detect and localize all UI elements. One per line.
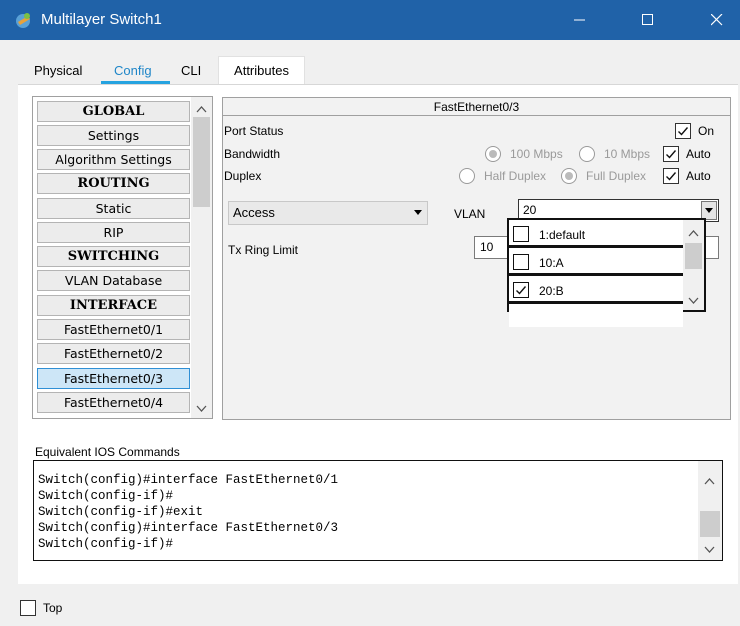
vlan-option-partial <box>509 301 683 327</box>
scroll-up-icon[interactable] <box>688 226 699 240</box>
nav-header-interface: INTERFACE <box>37 295 190 316</box>
bandwidth-label: Bandwidth <box>224 147 281 161</box>
nav-item-algorithm-settings[interactable]: Algorithm Settings <box>37 149 190 170</box>
vlan-label: VLAN <box>454 207 486 221</box>
nav-header-switching: SWITCHING <box>37 246 190 267</box>
vlan-select-value: 20 <box>523 203 537 217</box>
duplex-half-radio[interactable] <box>459 168 475 184</box>
port-status-checkbox[interactable] <box>675 123 691 139</box>
vlan-option-10-checkbox[interactable] <box>513 254 529 270</box>
vlan-option-1-checkbox[interactable] <box>513 226 529 242</box>
vlan-option-10-a[interactable] <box>509 245 683 271</box>
port-status-label: Port Status <box>224 124 284 138</box>
bandwidth-auto-checkbox[interactable] <box>663 146 679 162</box>
maximize-button[interactable] <box>625 0 671 40</box>
duplex-full-radio[interactable] <box>561 168 577 184</box>
ios-line: Switch(config-if)# <box>38 489 174 503</box>
ios-line: Switch(config)#interface FastEthernet0/3 <box>38 521 339 535</box>
vlan-option-1-default[interactable] <box>509 220 683 246</box>
nav-item-fastethernet0-2[interactable]: FastEthernet0/2 <box>37 343 190 364</box>
tab-attributes[interactable]: Attributes <box>218 56 305 84</box>
nav-header-routing: ROUTING <box>37 173 190 194</box>
scroll-up-icon[interactable] <box>704 474 715 488</box>
bandwidth-100-radio[interactable] <box>485 146 501 162</box>
panel-title: FastEthernet0/3 <box>433 100 520 114</box>
bandwidth-10-label: 10 Mbps <box>604 147 651 161</box>
duplex-auto-label: Auto <box>686 169 711 183</box>
nav-item-fastethernet0-1[interactable]: FastEthernet0/1 <box>37 319 190 340</box>
scroll-down-icon[interactable] <box>704 543 715 557</box>
window-title: Multilayer Switch1 <box>41 11 162 28</box>
chevron-down-icon <box>705 208 713 213</box>
duplex-full-label: Full Duplex <box>586 169 647 183</box>
scroll-down-icon[interactable] <box>688 294 699 308</box>
port-mode-value: Access <box>233 205 275 220</box>
maximize-icon <box>642 14 653 25</box>
top-label: Top <box>43 601 63 615</box>
bandwidth-auto-label: Auto <box>686 147 711 161</box>
tx-ring-limit-value: 10 <box>480 240 494 254</box>
nav-scrollbar-thumb[interactable] <box>193 117 210 207</box>
nav-header-global: GLOBAL <box>37 101 190 122</box>
scroll-down-icon[interactable] <box>196 402 207 416</box>
checkmark-icon <box>678 127 689 136</box>
ios-commands-label: Equivalent IOS Commands <box>35 445 180 459</box>
nav-item-vlan-database[interactable]: VLAN Database <box>37 270 190 291</box>
ios-line: Switch(config-if)# <box>38 537 174 551</box>
nav-item-fastethernet0-3[interactable]: FastEthernet0/3 <box>37 368 190 389</box>
nav-item-rip[interactable]: RIP <box>37 222 190 243</box>
vlan-option-20-label: 20:B <box>539 284 564 298</box>
vlan-option-20-checkbox[interactable] <box>513 282 529 298</box>
ios-line: Switch(config-if)#exit <box>38 505 204 519</box>
vlan-option-10-label: 10:A <box>539 256 564 270</box>
bandwidth-100-label: 100 Mbps <box>510 147 563 161</box>
minimize-button[interactable] <box>557 0 603 40</box>
tab-physical[interactable]: Physical <box>28 60 88 82</box>
port-status-on-label: On <box>698 124 715 138</box>
nav-item-settings[interactable]: Settings <box>37 125 190 146</box>
tx-ring-limit-label: Tx Ring Limit <box>228 243 299 257</box>
checkmark-icon <box>666 172 677 181</box>
nav-item-static[interactable]: Static <box>37 198 190 219</box>
tab-cli[interactable]: CLI <box>175 60 207 82</box>
ios-line: Switch(config)#interface FastEthernet0/1 <box>38 473 339 487</box>
scroll-up-icon[interactable] <box>196 102 207 116</box>
duplex-label: Duplex <box>224 169 262 183</box>
minimize-icon <box>574 19 585 21</box>
close-icon <box>711 14 723 26</box>
checkmark-icon <box>666 150 677 159</box>
vlan-dropdown-scrollbar-thumb[interactable] <box>685 243 702 269</box>
checkmark-icon <box>516 286 527 295</box>
chevron-down-icon <box>414 210 422 215</box>
app-icon <box>14 10 34 30</box>
vlan-option-1-label: 1:default <box>539 228 586 242</box>
bandwidth-10-radio[interactable] <box>579 146 595 162</box>
duplex-half-label: Half Duplex <box>484 169 547 183</box>
close-button[interactable] <box>694 0 740 40</box>
ios-scrollbar-thumb[interactable] <box>700 511 720 537</box>
vlan-option-20-b[interactable] <box>509 273 683 299</box>
tab-config[interactable]: Config <box>108 60 158 82</box>
top-checkbox[interactable] <box>20 600 36 616</box>
duplex-auto-checkbox[interactable] <box>663 168 679 184</box>
nav-item-fastethernet0-4[interactable]: FastEthernet0/4 <box>37 392 190 413</box>
active-tab-indicator <box>101 81 170 84</box>
panel-divider <box>223 115 730 116</box>
